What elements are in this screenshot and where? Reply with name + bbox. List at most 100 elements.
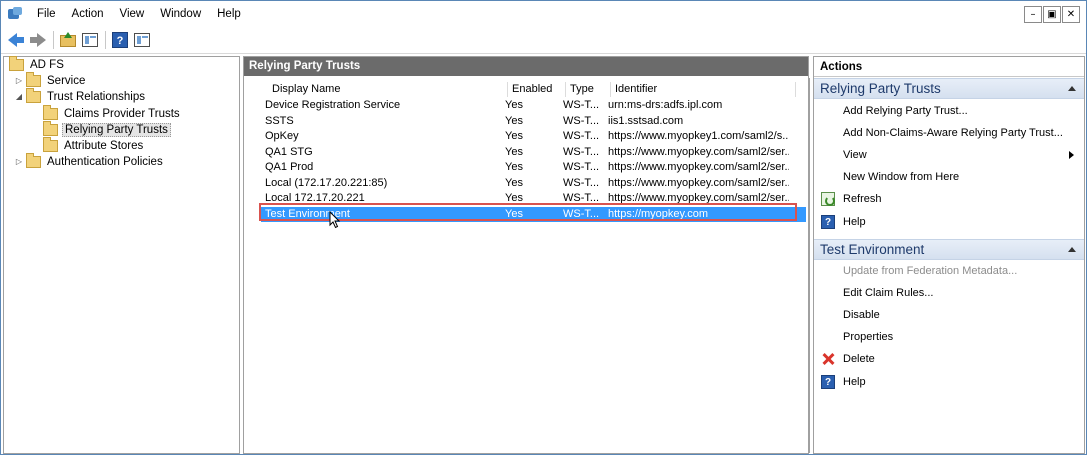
column-header-display-name[interactable]: Display Name [268,82,508,97]
folder-up-icon[interactable] [59,31,77,49]
table-row[interactable]: SSTS Yes WS-T... iis1.sstsad.com [261,114,806,129]
adfs-icon[interactable] [7,6,23,22]
action-label: Help [843,216,866,228]
toolbar-separator [53,31,54,49]
folder-icon [9,56,24,71]
tree-node-adfs[interactable]: AD FS [9,56,66,73]
cell-enabled: Yes [505,192,523,204]
table-row[interactable]: OpKey Yes WS-T... https://www.myopkey1.com/… [261,129,806,144]
cell-display-name: Device Registration Service [265,99,401,111]
table-row[interactable]: QA1 Prod Yes WS-T... https://www.myopkey.co… [261,160,806,175]
menu-window[interactable]: Window [152,1,209,27]
action-properties[interactable]: Properties [814,328,1084,346]
action-new-window-from-here[interactable]: New Window from Here [814,168,1084,186]
actions-section-relying-party-trusts[interactable]: Relying Party Trusts [814,78,1084,99]
tree-label: Relying Party Trusts [62,123,171,137]
table-row[interactable]: Local (172.17.20.221:85) Yes WS-T... https:… [261,176,806,191]
cell-type: WS-T... [563,176,600,189]
cell-identifier: https://www.myopkey.com/saml2/ser... [608,176,789,189]
menu-action[interactable]: Action [64,1,112,27]
cell-identifier: iis1.sstsad.com [608,114,684,127]
folder-icon [43,105,58,120]
menu-help[interactable]: Help [209,1,249,27]
tree-label: Claims Provider Trusts [64,108,180,120]
table-row[interactable]: Local 172.17.20.221 Yes WS-T... https://www… [261,191,806,206]
folder-icon [26,153,41,168]
cell-display-name: SSTS [265,114,294,127]
show-hide-action-pane-icon[interactable] [133,31,151,49]
list-header: Display Name Enabled Type Identifier [244,82,808,97]
close-button[interactable]: ✕ [1062,6,1080,23]
collapse-caret-icon[interactable] [1068,86,1076,91]
cell-type: WS-T... [563,207,600,220]
action-help[interactable]: ? Help [814,213,1084,231]
cell-display-name: QA1 STG [265,145,313,158]
menu-bar: File Action View Window Help – ▣ ✕ [1,1,1086,27]
folder-icon [43,137,58,152]
collapse-caret-icon[interactable] [1068,247,1076,252]
tree-label: Authentication Policies [47,156,163,168]
menu-view[interactable]: View [112,1,153,27]
refresh-icon [821,192,835,206]
section-title: Relying Party Trusts [820,81,941,96]
action-add-relying-party-trust[interactable]: Add Relying Party Trust... [814,102,1084,120]
cell-type: WS-T... [563,192,600,204]
cell-type: WS-T... [563,145,600,158]
folder-icon [43,121,58,136]
column-header-enabled[interactable]: Enabled [508,82,566,97]
action-add-non-claims-aware-trust[interactable]: Add Non-Claims-Aware Relying Party Trust… [814,124,1084,142]
column-header-type[interactable]: Type [566,82,611,97]
action-edit-claim-rules[interactable]: Edit Claim Rules... [814,284,1084,302]
tree-node-authentication-policies[interactable]: ▷ Authentication Policies [14,153,165,170]
results-pane: Relying Party Trusts Display Name Enable… [243,56,810,454]
column-header-identifier[interactable]: Identifier [611,82,796,97]
cell-display-name: OpKey [265,130,299,142]
forward-arrow-icon[interactable] [29,31,47,49]
results-pane-title: Relying Party Trusts [244,57,808,76]
action-label: View [843,149,867,161]
action-view[interactable]: View [814,146,1084,164]
expand-icon[interactable]: ▷ [14,76,24,86]
actions-section-test-environment[interactable]: Test Environment [814,239,1084,260]
folder-icon [26,88,41,103]
help-icon[interactable]: ? [111,31,129,49]
table-row[interactable]: QA1 STG Yes WS-T... https://www.myopkey.com… [261,145,806,160]
back-arrow-icon[interactable] [7,31,25,49]
pane-divider [809,78,810,453]
section-title: Test Environment [820,242,925,257]
cell-display-name: Local (172.17.20.221:85) [265,176,388,189]
action-label: Refresh [843,193,882,205]
folder-icon [26,72,41,87]
table-row[interactable]: Test Environment Yes WS-T... https://myopke… [261,206,806,222]
tree-node-attribute-stores[interactable]: Attribute Stores [43,137,145,154]
tree-node-trust-relationships[interactable]: ◢ Trust Relationships [14,88,147,105]
minimize-button[interactable]: – [1024,6,1042,23]
toolbar: ? [1,27,1086,54]
menu-file[interactable]: File [29,1,64,27]
delete-icon [821,352,835,366]
cell-identifier: https://www.myopkey.com/saml2/ser... [608,192,789,204]
cell-type: WS-T... [563,130,600,142]
action-delete[interactable]: Delete [814,350,1084,368]
restore-button[interactable]: ▣ [1043,6,1061,23]
action-help-selected[interactable]: ? Help [814,373,1084,391]
toolbar-separator [105,31,106,49]
cell-enabled: Yes [505,145,523,158]
tree-node-service[interactable]: ▷ Service [14,72,87,89]
action-label: Help [843,376,866,388]
action-disable[interactable]: Disable [814,306,1084,324]
table-row[interactable]: Device Registration Service Yes WS-T... urn… [261,98,806,113]
cell-enabled: Yes [505,207,523,220]
cell-identifier: https://www.myopkey.com/saml2/ser... [608,145,789,158]
expand-icon[interactable]: ▷ [14,157,24,167]
collapse-icon[interactable]: ◢ [14,92,24,102]
action-update-from-federation-metadata: Update from Federation Metadata... [843,265,1018,277]
help-icon: ? [821,215,835,229]
tree-node-relying-party-trusts[interactable]: Relying Party Trusts [43,121,171,138]
cell-identifier: https://www.myopkey1.com/saml2/s... [608,130,789,142]
submenu-arrow-icon [1069,151,1074,159]
tree-node-claims-provider-trusts[interactable]: Claims Provider Trusts [43,105,182,122]
action-refresh[interactable]: Refresh [814,190,1084,208]
cell-display-name: Test Environment [265,207,350,220]
show-hide-tree-icon[interactable] [81,31,99,49]
